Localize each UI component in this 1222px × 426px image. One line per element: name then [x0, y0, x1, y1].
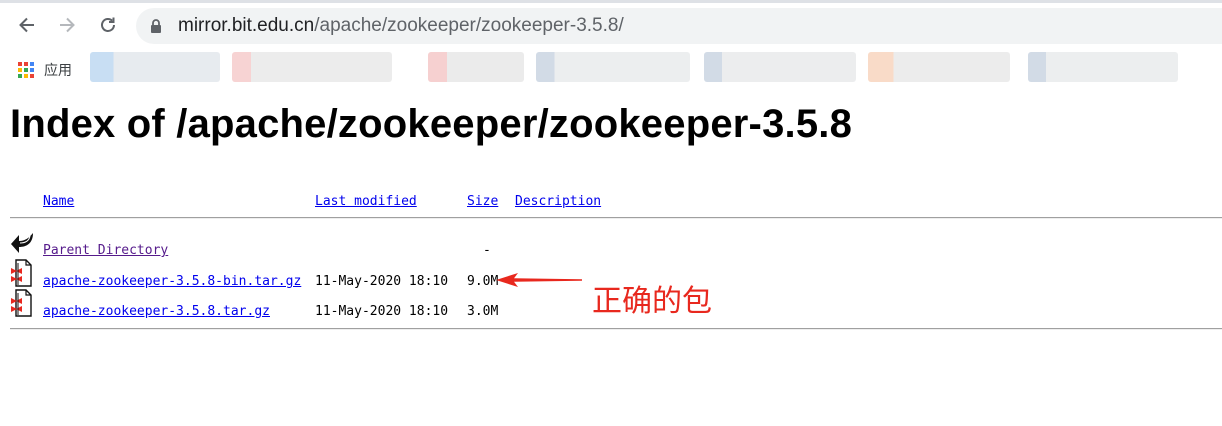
file-link[interactable]: apache-zookeeper-3.5.8.tar.gz: [43, 304, 270, 319]
bookmark-item[interactable]: [536, 52, 690, 82]
parent-directory-link[interactable]: Parent Directory: [43, 243, 168, 258]
page-content: Index of /apache/zookeeper/zookeeper-3.5…: [0, 86, 1222, 426]
page-title: Index of /apache/zookeeper/zookeeper-3.5…: [10, 102, 853, 146]
footer-divider: [10, 328, 1222, 330]
address-bar[interactable]: mirror.bit.edu.cn/apache/zookeeper/zooke…: [136, 8, 1222, 44]
lock-icon: [151, 19, 161, 33]
bookmark-item[interactable]: [90, 52, 220, 82]
apps-shortcut[interactable]: 应用: [18, 60, 72, 80]
file-size: 3.0M: [467, 304, 499, 319]
bookmark-item[interactable]: [232, 52, 392, 82]
column-header-description[interactable]: Description: [515, 194, 601, 209]
compressed-file-icon: [11, 289, 32, 317]
file-last-modified: 11-May-2020 18:10: [315, 304, 449, 319]
column-header-size[interactable]: Size: [467, 194, 498, 209]
tab-strip-edge: [0, 0, 1222, 3]
annotation-arrow: [496, 273, 582, 287]
reload-button[interactable]: [93, 10, 123, 40]
column-header-last-modified[interactable]: Last modified: [315, 194, 417, 209]
bookmark-item[interactable]: [868, 52, 1010, 82]
forward-arrow-icon: [60, 17, 75, 33]
annotation-label: 正确的包: [592, 284, 712, 319]
forward-button[interactable]: [52, 10, 82, 40]
apps-grid-icon: [18, 62, 34, 78]
bookmark-item[interactable]: [1028, 52, 1178, 82]
back-button[interactable]: [12, 10, 42, 40]
browser-toolbar: mirror.bit.edu.cn/apache/zookeeper/zooke…: [0, 0, 1222, 50]
url-host: mirror.bit.edu.cn: [178, 15, 315, 36]
bookmark-item[interactable]: [428, 52, 524, 82]
file-last-modified: 11-May-2020 18:10: [315, 274, 449, 289]
url-path: /apache/zookeeper/zookeeper-3.5.8/: [314, 15, 624, 36]
compressed-file-icon: [11, 259, 32, 287]
url-text: mirror.bit.edu.cn/apache/zookeeper/zooke…: [178, 15, 624, 37]
file-size: 9.0M: [467, 274, 499, 289]
header-divider: [10, 217, 1222, 219]
bookmarks-bar: 应用: [0, 50, 1222, 86]
file-link[interactable]: apache-zookeeper-3.5.8-bin.tar.gz: [43, 274, 301, 289]
column-header-name[interactable]: Name: [43, 194, 74, 209]
back-arrow-icon: [19, 17, 34, 33]
bookmark-item[interactable]: [704, 52, 856, 82]
reload-icon: [101, 17, 115, 32]
apps-label: 应用: [44, 62, 72, 78]
parent-directory-icon: [11, 233, 33, 253]
parent-directory-size: -: [483, 243, 491, 258]
